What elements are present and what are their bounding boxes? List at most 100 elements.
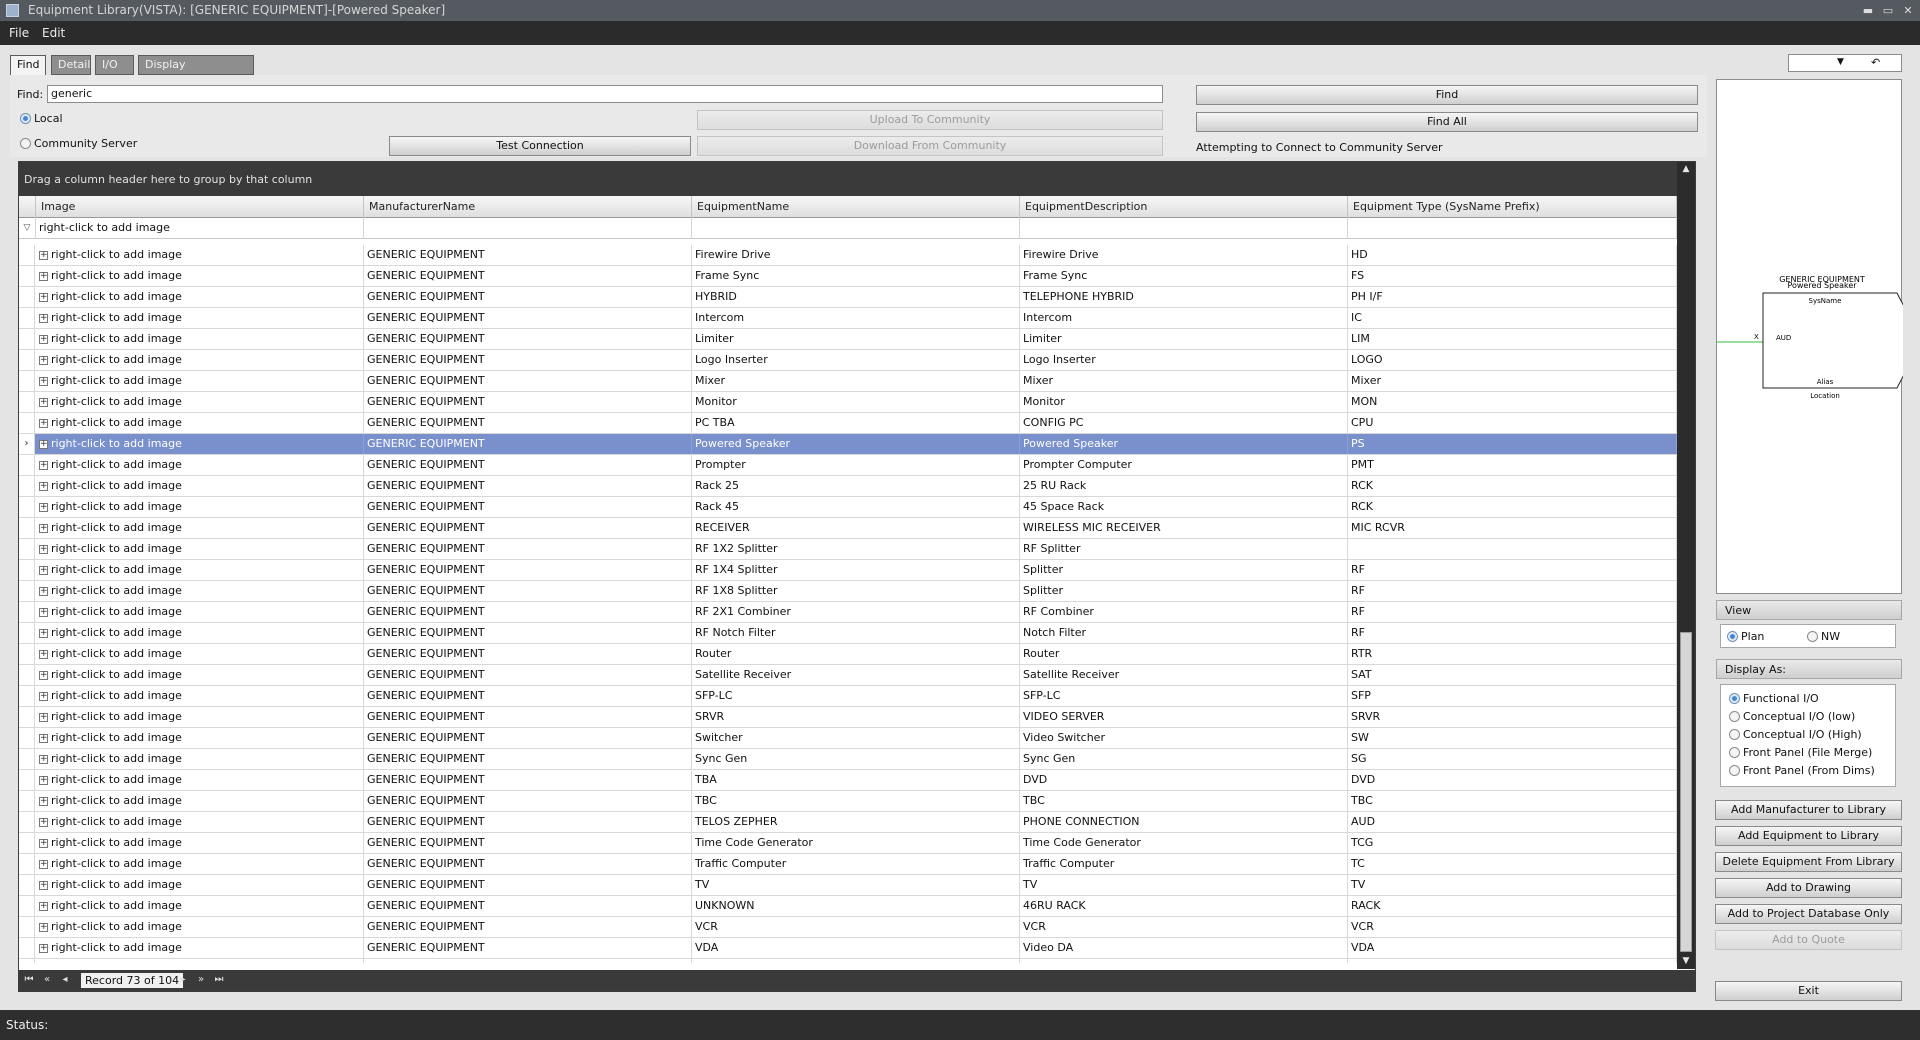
table-row[interactable]: +right-click to add imageGENERIC EQUIPME… — [19, 707, 1677, 728]
equipment-type-cell[interactable]: SAT — [1348, 665, 1677, 685]
table-row[interactable]: +right-click to add imageGENERIC EQUIPME… — [19, 812, 1677, 833]
menu-edit[interactable]: Edit — [42, 21, 65, 45]
equipment-description-cell[interactable]: Traffic Computer — [1020, 854, 1348, 874]
equipment-name-cell[interactable]: Firewire Drive — [692, 245, 1020, 265]
equipment-type-cell[interactable]: PMT — [1348, 455, 1677, 475]
conceptual-high-radio[interactable] — [1729, 728, 1740, 740]
expand-icon[interactable]: + — [39, 922, 48, 932]
header-image[interactable]: Image — [36, 196, 364, 218]
equipment-description-cell[interactable]: WIRELESS MIC RECEIVER — [1020, 518, 1348, 538]
table-row[interactable]: +right-click to add imageGENERIC EQUIPME… — [19, 791, 1677, 812]
equipment-description-cell[interactable]: Splitter — [1020, 560, 1348, 580]
manufacturer-cell[interactable]: GENERIC EQUIPMENT — [364, 518, 692, 538]
image-cell[interactable]: +right-click to add image — [36, 896, 364, 916]
manufacturer-cell[interactable]: GENERIC EQUIPMENT — [364, 854, 692, 874]
equipment-description-cell[interactable]: Monitor — [1020, 392, 1348, 412]
equipment-type-cell[interactable]: PH I/F — [1348, 287, 1677, 307]
equipment-name-cell[interactable]: Logo Inserter — [692, 350, 1020, 370]
equipment-name-cell[interactable]: RF 2X1 Combiner — [692, 602, 1020, 622]
equipment-description-cell[interactable]: DVD — [1020, 770, 1348, 790]
image-cell[interactable]: +right-click to add image — [36, 749, 364, 769]
equipment-type-cell[interactable]: VDA — [1348, 938, 1677, 958]
row-indicator[interactable] — [19, 350, 35, 370]
equipment-description-cell[interactable]: Sync Gen — [1020, 749, 1348, 769]
expand-icon[interactable]: + — [39, 733, 48, 743]
image-cell[interactable]: +right-click to add image — [36, 518, 364, 538]
table-row[interactable]: +right-click to add imageGENERIC EQUIPME… — [19, 854, 1677, 875]
equipment-name-cell[interactable]: Prompter — [692, 455, 1020, 475]
manufacturer-cell[interactable]: GENERIC EQUIPMENT — [364, 308, 692, 328]
equipment-description-cell[interactable]: 46RU RACK — [1020, 896, 1348, 916]
header-equipment-name[interactable]: EquipmentName — [692, 196, 1020, 218]
image-cell[interactable]: +right-click to add image — [36, 434, 364, 454]
expand-icon[interactable]: + — [39, 754, 48, 764]
equipment-description-cell[interactable]: Router — [1020, 644, 1348, 664]
manufacturer-cell[interactable]: GENERIC EQUIPMENT — [364, 434, 692, 454]
scroll-up-icon[interactable]: ▲ — [1677, 164, 1695, 174]
equipment-type-cell[interactable]: RF — [1348, 602, 1677, 622]
row-indicator[interactable]: › — [19, 434, 35, 454]
equipment-name-cell[interactable]: VCR — [692, 917, 1020, 937]
row-indicator[interactable] — [19, 413, 35, 433]
nw-option[interactable]: NW — [1807, 630, 1840, 643]
equipment-name-cell[interactable]: Monitor — [692, 392, 1020, 412]
equipment-type-cell[interactable]: SW — [1348, 728, 1677, 748]
manufacturer-cell[interactable]: GENERIC EQUIPMENT — [364, 896, 692, 916]
table-row[interactable]: +right-click to add imageGENERIC EQUIPME… — [19, 308, 1677, 329]
display-option-front-panel-merge[interactable]: Front Panel (File Merge) — [1729, 746, 1872, 759]
expand-icon[interactable]: + — [39, 250, 48, 260]
equipment-type-cell[interactable]: RACK — [1348, 896, 1677, 916]
filter-equipment-name[interactable] — [692, 218, 1020, 238]
manufacturer-cell[interactable]: GENERIC EQUIPMENT — [364, 875, 692, 895]
table-row[interactable]: +right-click to add imageGENERIC EQUIPME… — [19, 539, 1677, 560]
expand-icon[interactable]: + — [39, 859, 48, 869]
expand-icon[interactable]: + — [39, 439, 48, 449]
refresh-icon[interactable]: ↶ — [1871, 56, 1880, 69]
row-indicator[interactable] — [19, 728, 35, 748]
manufacturer-cell[interactable]: GENERIC EQUIPMENT — [364, 665, 692, 685]
plan-radio[interactable] — [1727, 630, 1738, 642]
table-row[interactable]: +right-click to add imageGENERIC EQUIPME… — [19, 686, 1677, 707]
expand-icon[interactable]: + — [39, 334, 48, 344]
equipment-type-cell[interactable]: RF — [1348, 560, 1677, 580]
equipment-name-cell[interactable]: PC TBA — [692, 413, 1020, 433]
row-indicator[interactable] — [19, 896, 35, 916]
image-cell[interactable]: +right-click to add image — [36, 665, 364, 685]
equipment-description-cell[interactable]: TV — [1020, 875, 1348, 895]
equipment-description-cell[interactable]: Mixer — [1020, 371, 1348, 391]
equipment-name-cell[interactable]: Time Code Generator — [692, 833, 1020, 853]
equipment-description-cell[interactable]: LCD/CRT PC MONITOR — [1020, 959, 1348, 963]
equipment-name-cell[interactable]: TV — [692, 875, 1020, 895]
manufacturer-cell[interactable]: GENERIC EQUIPMENT — [364, 623, 692, 643]
row-indicator[interactable] — [19, 371, 35, 391]
image-cell[interactable]: +right-click to add image — [36, 308, 364, 328]
equipment-type-cell[interactable]: SRVR — [1348, 707, 1677, 727]
table-row[interactable]: +right-click to add imageGENERIC EQUIPME… — [19, 476, 1677, 497]
manufacturer-cell[interactable]: GENERIC EQUIPMENT — [364, 728, 692, 748]
image-cell[interactable]: +right-click to add image — [36, 791, 364, 811]
equipment-type-cell[interactable]: DVD — [1348, 770, 1677, 790]
equipment-type-cell[interactable]: IC — [1348, 308, 1677, 328]
add-to-drawing-button[interactable]: Add to Drawing — [1715, 878, 1902, 898]
expand-icon[interactable]: + — [39, 523, 48, 533]
table-row[interactable]: +right-click to add imageGENERIC EQUIPME… — [19, 770, 1677, 791]
equipment-description-cell[interactable]: VCR — [1020, 917, 1348, 937]
image-cell[interactable]: +right-click to add image — [36, 707, 364, 727]
manufacturer-cell[interactable]: GENERIC EQUIPMENT — [364, 707, 692, 727]
equipment-type-cell[interactable]: TV — [1348, 875, 1677, 895]
image-cell[interactable]: +right-click to add image — [36, 812, 364, 832]
local-radio[interactable] — [20, 113, 31, 124]
table-row[interactable]: +right-click to add imageGENERIC EQUIPME… — [19, 455, 1677, 476]
equipment-type-cell[interactable]: SG — [1348, 749, 1677, 769]
image-cell[interactable]: +right-click to add image — [36, 539, 364, 559]
equipment-name-cell[interactable]: Frame Sync — [692, 266, 1020, 286]
image-cell[interactable]: +right-click to add image — [36, 581, 364, 601]
image-cell[interactable]: +right-click to add image — [36, 854, 364, 874]
find-input[interactable]: generic — [47, 85, 1163, 103]
manufacturer-cell[interactable]: GENERIC EQUIPMENT — [364, 917, 692, 937]
equipment-name-cell[interactable]: Powered Speaker — [692, 434, 1020, 454]
front-panel-merge-radio[interactable] — [1729, 746, 1740, 758]
table-row[interactable]: +right-click to add imageGENERIC EQUIPME… — [19, 917, 1677, 938]
display-option-functional[interactable]: Functional I/O — [1729, 692, 1819, 705]
expand-icon[interactable]: + — [39, 796, 48, 806]
